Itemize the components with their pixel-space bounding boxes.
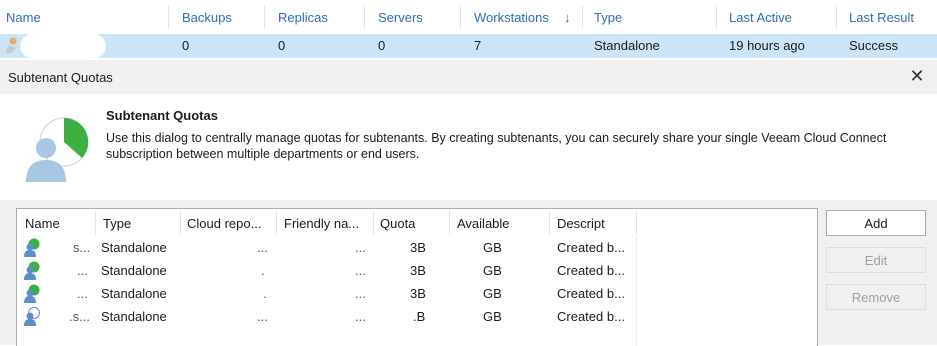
list-item[interactable]: s... Standalone ... ... 3B GB Created b.…: [17, 237, 637, 260]
dialog-window-title: Subtenant Quotas: [8, 70, 113, 85]
header-divider: [549, 211, 550, 235]
cell-replicas: 0: [278, 38, 286, 53]
column-header-last-result[interactable]: Last Result: [849, 10, 914, 25]
cell-friendly-name: ...: [355, 240, 366, 255]
list-header-cloud-repo[interactable]: Cloud repo...: [187, 216, 261, 231]
cell-type: Standalone: [101, 309, 167, 324]
dialog-titlebar[interactable]: Subtenant Quotas ✕: [0, 60, 937, 94]
column-header-servers[interactable]: Servers: [378, 10, 423, 25]
cell-name: s...: [73, 240, 91, 255]
column-header-backups[interactable]: Backups: [182, 10, 232, 25]
header-divider: [95, 211, 96, 235]
tenant-row-selected[interactable]: 0 0 0 7 Standalone 19 hours ago Success: [0, 34, 937, 58]
header-divider: [276, 211, 277, 235]
list-header-friendly-name[interactable]: Friendly na...: [284, 216, 359, 231]
cell-name: ...: [77, 263, 88, 278]
column-header-last-active[interactable]: Last Active: [729, 10, 792, 25]
cell-quota: 3B: [410, 263, 426, 278]
cell-type: Standalone: [101, 286, 167, 301]
cell-description: Created b...: [557, 286, 625, 301]
cell-cloud-repo: ...: [257, 240, 268, 255]
cell-friendly-name: ...: [355, 309, 366, 324]
list-header-type[interactable]: Type: [103, 216, 131, 231]
cell-quota: 3B: [410, 240, 426, 255]
column-divider: [582, 6, 583, 28]
cell-available: GB: [483, 263, 502, 278]
close-icon[interactable]: ✕: [907, 66, 927, 86]
cell-backups: 0: [182, 38, 190, 53]
header-divider: [449, 211, 450, 235]
column-divider: [168, 6, 169, 28]
cell-name: .s...: [69, 309, 90, 324]
cell-available: GB: [483, 309, 502, 324]
dialog-banner: Subtenant Quotas Use this dialog to cent…: [0, 94, 937, 200]
cell-available: GB: [483, 286, 502, 301]
cell-cloud-repo: .: [261, 263, 265, 278]
edit-button[interactable]: Edit: [826, 247, 926, 273]
tenant-user-icon: [5, 37, 17, 53]
column-divider: [264, 6, 265, 28]
list-item[interactable]: ... Standalone . ... 3B GB Created b...: [17, 283, 637, 306]
column-divider: [836, 6, 837, 28]
quota-pie-user-icon: [26, 117, 89, 182]
cell-quota: 3B: [410, 286, 426, 301]
column-divider: [460, 6, 461, 28]
list-item[interactable]: ... Standalone . ... 3B GB Created b...: [17, 260, 637, 283]
add-button[interactable]: Add: [826, 210, 926, 236]
subtenant-icon: [24, 238, 40, 257]
column-divider: [364, 6, 365, 28]
cell-servers: 0: [378, 38, 386, 53]
cell-description: Created b...: [557, 240, 625, 255]
banner-description: Use this dialog to centrally manage quot…: [106, 131, 887, 161]
list-header-name[interactable]: Name: [25, 216, 60, 231]
subtenant-list[interactable]: Name Type Cloud repo... Friendly na... Q…: [16, 208, 818, 346]
column-header-name[interactable]: Name: [6, 10, 41, 25]
cell-cloud-repo: .: [263, 286, 267, 301]
cell-type: Standalone: [101, 263, 167, 278]
cell-last-active: 19 hours ago: [729, 38, 805, 53]
tenant-grid-header: Name Backups Replicas Servers Workstatio…: [0, 0, 937, 34]
redacted-name: [20, 34, 106, 58]
cell-friendly-name: ...: [355, 286, 366, 301]
sort-descending-icon: ↓: [564, 10, 571, 25]
header-divider: [636, 211, 637, 235]
cell-cloud-repo: ...: [257, 309, 268, 324]
header-divider: [180, 211, 181, 235]
header-divider: [373, 211, 374, 235]
column-header-workstations[interactable]: Workstations: [474, 10, 549, 25]
cell-last-result: Success: [849, 38, 899, 53]
subtenant-icon: [24, 284, 40, 303]
list-header-description[interactable]: Descript: [557, 216, 605, 231]
cell-name: ...: [77, 286, 88, 301]
subtenant-icon: [24, 307, 40, 326]
list-item[interactable]: .s... Standalone ... ... .B GB Created b…: [17, 306, 637, 329]
column-divider: [716, 6, 717, 28]
cell-description: Created b...: [557, 263, 625, 278]
banner-title: Subtenant Quotas: [106, 108, 218, 123]
cell-available: GB: [483, 240, 502, 255]
cell-type: Standalone: [594, 38, 660, 53]
cell-quota: .B: [413, 309, 426, 324]
column-header-replicas[interactable]: Replicas: [278, 10, 328, 25]
list-header: Name Type Cloud repo... Friendly na... Q…: [17, 209, 637, 237]
cell-type: Standalone: [101, 240, 167, 255]
remove-button[interactable]: Remove: [826, 284, 926, 310]
column-header-type[interactable]: Type: [594, 10, 622, 25]
list-header-available[interactable]: Available: [457, 216, 510, 231]
cell-workstations: 7: [474, 38, 482, 53]
cell-friendly-name: ...: [355, 263, 366, 278]
subtenant-quotas-dialog: Subtenant Quotas ✕ Subtenant Quotas Use …: [0, 60, 937, 346]
cell-description: Created b...: [557, 309, 625, 324]
subtenant-icon: [24, 261, 40, 280]
list-header-quota[interactable]: Quota: [380, 216, 415, 231]
